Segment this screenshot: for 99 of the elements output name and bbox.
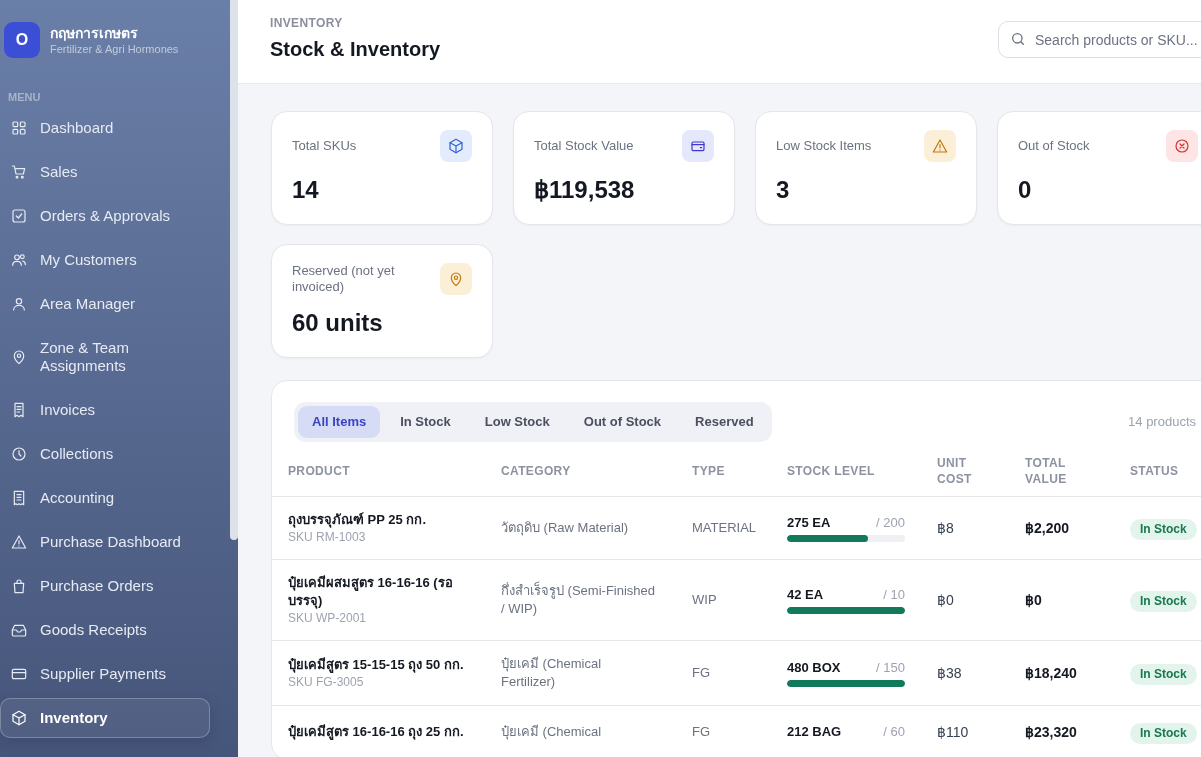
nav-item[interactable]: Sales: [0, 152, 210, 192]
filter-tab[interactable]: All Items: [298, 406, 381, 438]
nav-item[interactable]: My Customers: [0, 240, 210, 280]
nav-item[interactable]: Collections: [0, 434, 210, 474]
grid-icon: [11, 120, 27, 136]
stock-quantity: 480 BOX: [787, 659, 841, 676]
column-header: STATUS: [1114, 446, 1201, 497]
nav-item[interactable]: Zone & Team Assignments: [0, 328, 210, 386]
type-cell: MATERIAL: [676, 496, 771, 560]
product-name: ปุ๋ยเคมีผสมสูตร 16-16-16 (รอบรรจุ): [288, 574, 454, 610]
sku-text: SKU RM-1003: [288, 529, 367, 545]
user-icon: [11, 296, 27, 312]
column-header: TOTAL VALUE: [1009, 446, 1114, 497]
product-name: ถุงบรรจุภัณฑ์ PP 25 กก.: [288, 511, 427, 529]
type-cell: WIP: [676, 559, 771, 641]
stock-quantity: 42 EA: [787, 586, 824, 603]
nav-item[interactable]: Accounting: [0, 478, 210, 518]
card-icon: [11, 666, 27, 682]
search-field[interactable]: Search products or SKU...: [998, 21, 1201, 58]
unit-cost-cell: ฿8: [921, 496, 1009, 560]
bag-icon: [11, 578, 27, 594]
stock-target: / 200: [876, 514, 905, 531]
status-badge: In Stock: [1130, 663, 1197, 685]
stock-target: / 60: [883, 724, 905, 740]
stat-label: Total SKUs: [292, 138, 357, 154]
filter-tab[interactable]: Reserved: [681, 406, 768, 438]
nav-item[interactable]: Purchase Dashboard: [0, 522, 210, 562]
nav-item[interactable]: Purchase Orders: [0, 566, 210, 606]
status-badge: In Stock: [1130, 518, 1197, 540]
filter-tab[interactable]: Out of Stock: [569, 406, 676, 438]
cart-icon: [11, 164, 27, 180]
wallet-icon: [682, 130, 714, 162]
category-cell: ปุ๋ยเคมี (Chemical Fertilizer): [485, 640, 676, 706]
receipt-icon: [11, 490, 27, 506]
product-count: 14 products: [1128, 413, 1196, 432]
map-pin-icon: [11, 349, 27, 365]
box-icon: [11, 710, 27, 726]
clock-icon: [11, 446, 27, 462]
users-icon: [11, 252, 27, 268]
nav-item[interactable]: Goods Receipts: [0, 610, 210, 650]
search-icon: [1010, 31, 1026, 47]
logo: O: [4, 22, 40, 58]
stock-quantity: 275 EA: [787, 514, 831, 531]
inbox-icon: [11, 622, 27, 638]
nav-item[interactable]: Dashboard: [0, 108, 210, 148]
warning-icon: [11, 534, 27, 550]
category-cell: ปุ๋ยเคมี (Chemical: [485, 705, 676, 757]
unit-cost-cell: ฿0: [921, 559, 1009, 641]
column-header: STOCK LEVEL: [771, 446, 921, 497]
stat-label: Out of Stock: [1018, 138, 1090, 154]
unit-cost-cell: ฿38: [921, 640, 1009, 706]
status-badge: In Stock: [1130, 722, 1197, 744]
column-header: TYPE: [676, 446, 771, 497]
stock-target: / 10: [883, 586, 905, 603]
stock-target: / 150: [876, 659, 905, 676]
column-header: UNIT COST: [921, 446, 1009, 497]
stock-quantity: 212 BAG: [787, 724, 842, 740]
category-cell: กึ่งสำเร็จรูป (Semi-Finished / WIP): [485, 559, 676, 641]
type-cell: FG: [676, 640, 771, 706]
stat-label: Reserved (not yet invoiced): [292, 263, 396, 295]
filter-tab[interactable]: In Stock: [386, 406, 465, 438]
product-name: ปุ๋ยเคมีสูตร 16-16-16 ถุง 25 กก.: [288, 723, 465, 741]
category-cell: วัตถุดิบ (Raw Material): [485, 496, 676, 560]
status-badge: In Stock: [1130, 590, 1197, 612]
page-eyebrow: INVENTORY: [270, 15, 344, 31]
nav-item[interactable]: Inventory: [0, 698, 210, 738]
stat-label: Total Stock Value: [534, 138, 634, 154]
unit-cost-cell: ฿110: [921, 705, 1009, 757]
column-header: CATEGORY: [485, 446, 676, 497]
stat-value: 3: [776, 175, 791, 205]
warning-icon: [924, 130, 956, 162]
total-value-cell: ฿0: [1009, 559, 1114, 641]
box-icon: [440, 130, 472, 162]
sku-text: SKU WP-2001: [288, 610, 368, 626]
column-header: PRODUCT: [272, 446, 485, 497]
checkbox-icon: [11, 208, 27, 224]
brand-tagline: Fertilizer & Agri Hormones: [50, 42, 179, 56]
total-value-cell: ฿2,200: [1009, 496, 1114, 560]
sku-text: SKU FG-3005: [288, 674, 365, 690]
scrollbar-thumb[interactable]: [230, 0, 238, 540]
page-title: Stock & Inventory: [270, 37, 441, 62]
stat-value: 60 units: [292, 308, 384, 338]
product-name: ปุ๋ยเคมีสูตร 15-15-15 ถุง 50 กก.: [288, 656, 465, 674]
type-cell: FG: [676, 705, 771, 757]
stat-value: 14: [292, 175, 320, 205]
nav-item[interactable]: Supplier Payments: [0, 654, 210, 694]
brand-name: กฤษการเกษตร: [50, 24, 139, 42]
filter-tab[interactable]: Low Stock: [470, 406, 564, 438]
total-value-cell: ฿23,320: [1009, 705, 1114, 757]
receipt-icon: [11, 402, 27, 418]
stat-value: ฿119,538: [534, 175, 636, 205]
stat-value: 0: [1018, 175, 1033, 205]
menu-heading: MENU: [8, 90, 42, 104]
nav-item[interactable]: Area Manager: [0, 284, 210, 324]
stat-label: Low Stock Items: [776, 138, 872, 154]
total-value-cell: ฿18,240: [1009, 640, 1114, 706]
nav-item[interactable]: Orders & Approvals: [0, 196, 210, 236]
nav-item[interactable]: Invoices: [0, 390, 210, 430]
map-pin-icon: [440, 263, 472, 295]
